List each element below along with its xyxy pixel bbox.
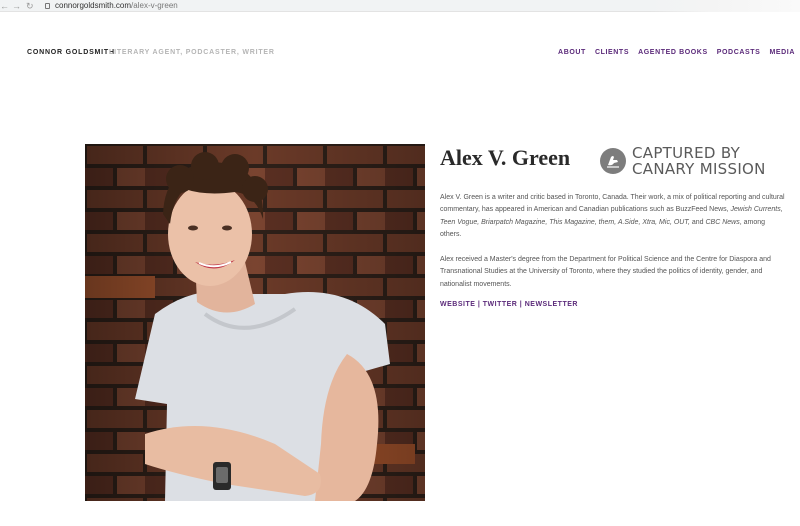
back-arrow-icon[interactable]: ← [0, 0, 9, 12]
badge-line-1: CAPTURED BY [632, 144, 741, 162]
nav-about[interactable]: ABOUT [558, 49, 586, 56]
site-tagline: LITERARY AGENT, PODCASTER, WRITER [109, 49, 275, 56]
browser-address-bar: ← → ↻ connorgoldsmith.com/alex-v-green [0, 0, 800, 12]
bio-paragraph-2: Alex received a Master's degree from the… [440, 256, 771, 288]
profile-photo-illustration [85, 144, 425, 501]
nav-media[interactable]: MEDIA [769, 49, 795, 56]
nav-agented-books[interactable]: AGENTED BOOKS [638, 49, 708, 56]
client-name: Alex V. Green [440, 145, 571, 170]
canary-icon [600, 148, 626, 174]
nav-clients[interactable]: CLIENTS [595, 49, 629, 56]
link-separator: | [517, 301, 525, 308]
bio1-cbc: CBC News [705, 218, 740, 226]
lock-icon[interactable] [45, 3, 50, 9]
canary-mission-badge: CAPTURED BY CANARY MISSION [600, 145, 766, 177]
bio1-and: and [689, 218, 706, 226]
url-domain: connorgoldsmith.com [55, 1, 132, 10]
badge-line-2: CANARY MISSION [632, 160, 766, 178]
twitter-link[interactable]: TWITTER [483, 301, 518, 308]
bio-paragraph-1: Alex V. Green is a writer and critic bas… [440, 192, 785, 241]
toolbar-fade [650, 0, 800, 12]
nav-podcasts[interactable]: PODCASTS [717, 49, 761, 56]
client-links: WEBSITE | TWITTER | NEWSLETTER [440, 301, 578, 308]
link-separator: | [475, 301, 483, 308]
profile-photo [85, 144, 425, 501]
site-brand[interactable]: CONNOR GOLDSMITH [27, 49, 115, 56]
url-path: /alex-v-green [131, 1, 178, 10]
canary-mission-text: CAPTURED BY CANARY MISSION [632, 145, 766, 177]
newsletter-link[interactable]: NEWSLETTER [525, 301, 578, 308]
main-nav: ABOUT CLIENTS AGENTED BOOKS PODCASTS MED… [558, 49, 795, 56]
reload-icon[interactable]: ↻ [26, 0, 34, 12]
forward-arrow-icon[interactable]: → [12, 0, 21, 12]
website-link[interactable]: WEBSITE [440, 301, 475, 308]
url-text[interactable]: connorgoldsmith.com/alex-v-green [55, 0, 178, 12]
